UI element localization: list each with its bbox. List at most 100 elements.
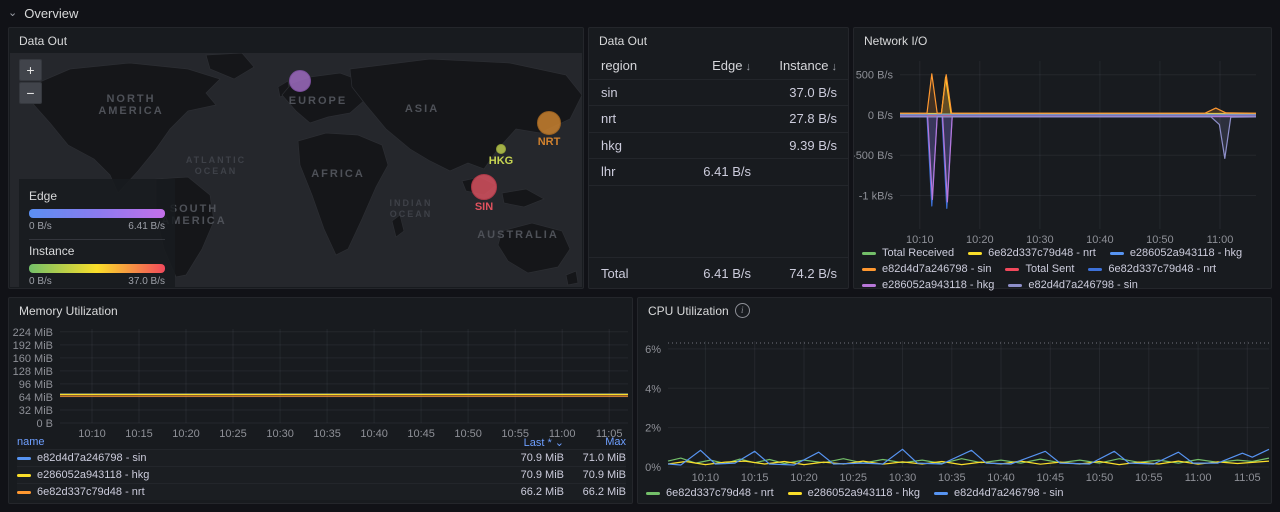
legend-label: Total Received: [882, 247, 954, 260]
legend-swatch: [17, 474, 31, 477]
edge-gradient-bar: [29, 209, 165, 218]
legend-label: 6e82d337c79d48 - nrt: [1108, 263, 1216, 276]
legend-table-row[interactable]: e286052a943118 - hkg70.9 MiB70.9 MiB: [17, 466, 626, 483]
cpu-chart[interactable]: 10:1010:1510:2010:2510:3010:3510:4010:45…: [638, 323, 1271, 485]
y-tick-label: 224 MiB: [13, 327, 53, 339]
y-tick-label: 500 B/s: [856, 70, 894, 82]
edge-min: 0 B/s: [29, 221, 52, 232]
chevron-down-icon: ⌄: [8, 6, 17, 19]
legend-table-header: nameLast * ⌄Max: [17, 435, 626, 449]
y-tick-label: 0 B: [36, 418, 53, 430]
table-cell: hkg: [601, 138, 679, 153]
legend-label: e82d4d7a246798 - sin: [1028, 279, 1137, 292]
x-tick-label: 10:25: [839, 472, 867, 484]
legend-label: 6e82d337c79d48 - nrt: [988, 247, 1096, 260]
x-tick-label: 10:35: [938, 472, 966, 484]
panel-data-out-table: Data Out regionEdge↓Instance↓sin37.0 B/s…: [588, 27, 849, 289]
series-line: [900, 117, 1256, 202]
legend-item[interactable]: Total Received: [862, 247, 954, 260]
panel-title[interactable]: Network I/O: [854, 28, 1271, 53]
map-zoom-controls: + −: [19, 59, 42, 104]
legend-item[interactable]: 6e82d337c79d48 - nrt: [1088, 263, 1216, 276]
legend-item[interactable]: Total Sent: [1005, 263, 1074, 276]
legend-item[interactable]: e82d4d7a246798 - sin: [1008, 279, 1137, 292]
legend-item[interactable]: e286052a943118 - hkg: [1110, 247, 1242, 260]
legend-swatch: [17, 491, 31, 494]
max-value: 71.0 MiB: [564, 452, 626, 464]
legend-swatch: [862, 252, 876, 255]
table-total-row: Total6.41 B/s74.2 B/s: [589, 257, 848, 288]
legend-swatch: [862, 268, 876, 271]
table-header-row: regionEdge↓Instance↓: [589, 53, 848, 80]
table-row: lhr6.41 B/s: [589, 159, 848, 186]
panel-title[interactable]: Data Out: [589, 28, 848, 53]
series-line: [900, 116, 1256, 208]
legend-label: Total Sent: [1025, 263, 1074, 276]
instance-min: 0 B/s: [29, 276, 52, 287]
table-cell: 9.39 B/s: [751, 138, 837, 153]
geomap[interactable]: NORTHAMERICASOUTHAMERICAEUROPEASIAAFRICA…: [10, 53, 582, 287]
map-zoom-in-button[interactable]: +: [19, 59, 42, 81]
legend-item[interactable]: e286052a943118 - hkg: [862, 279, 994, 292]
dashboard-row-overview[interactable]: ⌄ Overview: [8, 0, 78, 26]
legend-swatch: [1088, 268, 1102, 271]
map-marker-sin[interactable]: [471, 174, 497, 200]
column-header[interactable]: Edge↓: [679, 58, 751, 73]
memory-chart[interactable]: 10:1010:1510:2010:2510:3010:3510:4010:45…: [9, 323, 632, 441]
last-value: 70.9 MiB: [498, 469, 564, 481]
legend-swatch: [646, 492, 660, 495]
series-name: e82d4d7a246798 - sin: [37, 452, 146, 464]
legend-header-name[interactable]: name: [17, 436, 498, 448]
legend-header-last[interactable]: Last * ⌄: [498, 436, 564, 449]
panel-title[interactable]: CPU Utilization i: [638, 298, 1271, 323]
legend-table-row[interactable]: e82d4d7a246798 - sin 70.9 MiB71.0 MiB: [17, 449, 626, 466]
x-tick-label: 11:05: [1234, 472, 1261, 484]
series-line: [900, 117, 1256, 158]
map-marker-hkg[interactable]: [496, 144, 506, 154]
legend-item[interactable]: e82d4d7a246798 - sin: [934, 487, 1063, 500]
legend-label: 6e82d337c79d48 - nrt: [666, 487, 774, 500]
map-marker[interactable]: [289, 70, 311, 92]
legend-item[interactable]: 6e82d337c79d48 - nrt: [968, 247, 1096, 260]
table-cell: 6.41 B/s: [679, 266, 751, 281]
column-header[interactable]: Instance↓: [751, 58, 837, 73]
edge-max: 6.41 B/s: [128, 221, 165, 232]
legend-label: e286052a943118 - hkg: [882, 279, 994, 292]
info-icon[interactable]: i: [735, 303, 750, 318]
instance-max: 37.0 B/s: [128, 276, 165, 287]
panel-title[interactable]: Data Out: [9, 28, 583, 53]
instance-gradient-bar: [29, 264, 165, 273]
map-marker-label: HKG: [489, 155, 513, 167]
map-marker-nrt[interactable]: [537, 111, 561, 135]
legend-item[interactable]: e82d4d7a246798 - sin: [862, 263, 991, 276]
y-tick-label: 6%: [645, 344, 661, 356]
y-tick-label: 160 MiB: [13, 353, 53, 365]
y-tick-label: 32 MiB: [19, 405, 53, 417]
legend-label: e286052a943118 - hkg: [1130, 247, 1242, 260]
legend-header-max[interactable]: Max: [564, 436, 626, 448]
max-value: 70.9 MiB: [564, 469, 626, 481]
network-io-chart[interactable]: 10:1010:2010:3010:4010:5011:00500 B/s0 B…: [854, 53, 1271, 245]
table-cell: lhr: [601, 164, 679, 179]
column-header[interactable]: region: [601, 58, 679, 73]
legend-swatch: [934, 492, 948, 495]
panel-title[interactable]: Memory Utilization: [9, 298, 632, 323]
legend-item[interactable]: e286052a943118 - hkg: [788, 487, 920, 500]
y-tick-label: 0 B/s: [868, 110, 894, 122]
table-cell: sin: [601, 85, 679, 100]
table-row: nrt27.8 B/s: [589, 106, 848, 133]
y-tick-label: -1 kB/s: [859, 191, 894, 203]
legend-item[interactable]: 6e82d337c79d48 - nrt: [646, 487, 774, 500]
table-cell: 27.8 B/s: [751, 111, 837, 126]
legend-swatch: [862, 284, 876, 287]
map-zoom-out-button[interactable]: −: [19, 82, 42, 104]
x-tick-label: 11:00: [1207, 234, 1234, 245]
grafana-dashboard: { "row": {"title": "Overview", "chevron_…: [0, 0, 1280, 512]
x-tick-label: 10:30: [1026, 234, 1054, 245]
last-value: 66.2 MiB: [498, 486, 564, 498]
legend-swatch: [1110, 252, 1124, 255]
x-tick-label: 10:40: [1086, 234, 1114, 245]
x-tick-label: 10:45: [1037, 472, 1065, 484]
last-value: 70.9 MiB: [498, 452, 564, 464]
legend-table-row[interactable]: 6e82d337c79d48 - nrt66.2 MiB66.2 MiB: [17, 483, 626, 500]
